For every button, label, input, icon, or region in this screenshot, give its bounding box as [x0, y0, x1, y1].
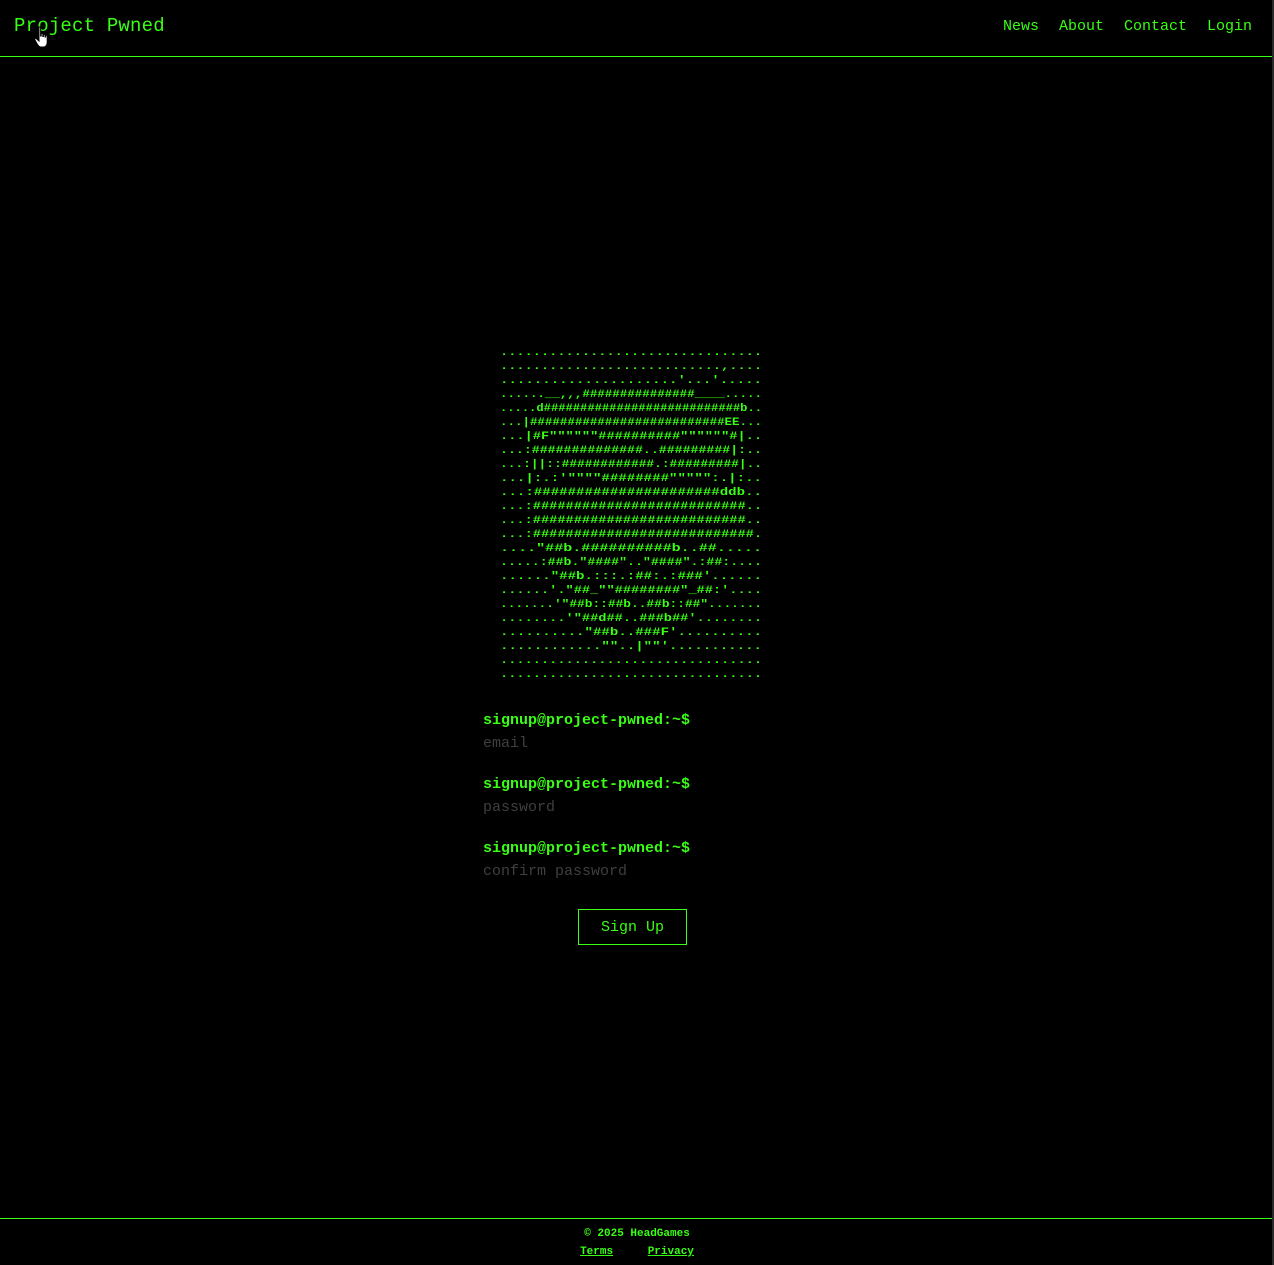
hand-pointer-cursor-icon [34, 26, 48, 48]
footer-links: Terms Privacy [0, 1246, 1274, 1258]
ascii-art-row: ...."##b.##########b..##..... [500, 543, 762, 555]
ascii-art-image: ........................................… [500, 347, 762, 680]
copyright-text: © 2025 HeadGames [584, 1228, 690, 1240]
sign-up-button[interactable]: Sign Up [578, 909, 687, 945]
ascii-art-row: ................................ [500, 655, 762, 667]
password-field-group: signup@project-pwned:~$ [483, 775, 783, 819]
email-input[interactable] [483, 731, 783, 755]
ascii-art-row: .........."##b..###F'.......... [500, 627, 762, 639]
ascii-art-row: .....................'...'..... [500, 375, 762, 387]
footer: © 2025 HeadGames Terms Privacy [0, 1218, 1274, 1265]
nav-link-about[interactable]: About [1059, 18, 1104, 35]
terms-link[interactable]: Terms [580, 1246, 613, 1258]
email-prompt: signup@project-pwned:~$ [483, 712, 691, 729]
signup-form: signup@project-pwned:~$ signup@project-p… [483, 711, 783, 903]
ascii-art-row: ......"##b.:::.:##:.:###'...... [500, 571, 762, 583]
email-field-group: signup@project-pwned:~$ [483, 711, 783, 755]
confirm-password-prompt: signup@project-pwned:~$ [483, 840, 691, 857]
ascii-art-row: ...:##########################.. [500, 515, 762, 527]
nav-link-contact[interactable]: Contact [1124, 18, 1187, 35]
nav-link-login[interactable]: Login [1207, 18, 1252, 35]
ascii-art-row: ...|:.:'""""########""""":.|:.. [500, 473, 762, 485]
nav-link-news[interactable]: News [1003, 18, 1039, 35]
password-prompt: signup@project-pwned:~$ [483, 776, 691, 793]
top-nav-bar: Project Pwned News About Contact Login [0, 0, 1274, 57]
ascii-art-row: ......__,,,###############____..... [500, 389, 762, 401]
ascii-art-row: ...|#F""""""##########""""""#|.. [500, 431, 762, 443]
ascii-art-row: ...:##############..#########|:.. [500, 445, 762, 457]
ascii-art-row: ................................ [500, 347, 762, 359]
ascii-art-row: .....d###########################b.. [500, 403, 762, 415]
confirm-password-input[interactable] [483, 859, 783, 883]
confirm-password-field-group: signup@project-pwned:~$ [483, 839, 783, 883]
ascii-art-row: ......'."##_""########"_##:'.... [500, 585, 762, 597]
main-nav: News About Contact Login [1003, 18, 1252, 35]
ascii-art-row: ...:##########################.. [500, 501, 762, 513]
password-input[interactable] [483, 795, 783, 819]
ascii-art-row: .....:##b."####".."####".:##:.... [500, 557, 762, 569]
ascii-art-row: ............""..|""'........... [500, 641, 762, 653]
privacy-link[interactable]: Privacy [648, 1246, 694, 1258]
ascii-art-row: ...........................,.... [500, 361, 762, 373]
ascii-art-row: ................................ [500, 669, 762, 680]
ascii-art-row: ...:###########################. [500, 529, 762, 541]
ascii-art-row: ...|##########################EE... [500, 417, 762, 429]
ascii-art-row: .......'"##b::##b..##b::##"....... [500, 599, 762, 611]
ascii-art-row: ...:||::############.:#########|.. [500, 459, 762, 471]
ascii-art-row: ...:######################ddb.. [500, 487, 762, 499]
ascii-art-row: ........'"##d##..###b##'........ [500, 613, 762, 625]
